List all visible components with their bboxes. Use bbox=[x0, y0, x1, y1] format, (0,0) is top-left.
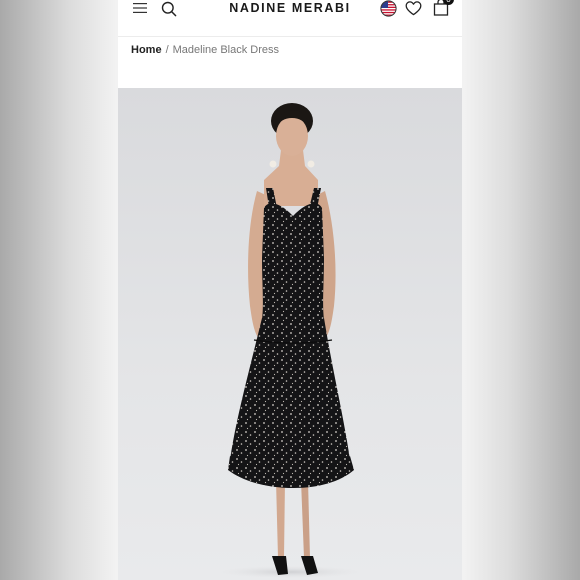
breadcrumb-separator: / bbox=[165, 44, 169, 56]
model-photo bbox=[220, 103, 360, 578]
shopping-bag-icon[interactable]: 0 bbox=[430, 0, 454, 18]
site-header: NADINE MERABI bbox=[118, 0, 462, 22]
breadcrumb: Home / Madeline Black Dress bbox=[131, 44, 279, 56]
breadcrumb-current: Madeline Black Dress bbox=[172, 44, 279, 56]
phone-screen: NADINE MERABI Home / Madeline Black Dres… bbox=[118, 0, 462, 580]
product-image[interactable] bbox=[118, 88, 462, 580]
header-divider bbox=[118, 36, 462, 37]
us-flag-icon[interactable] bbox=[379, 0, 397, 17]
heart-icon[interactable] bbox=[404, 0, 422, 17]
breadcrumb-home-link[interactable]: Home bbox=[131, 44, 162, 56]
